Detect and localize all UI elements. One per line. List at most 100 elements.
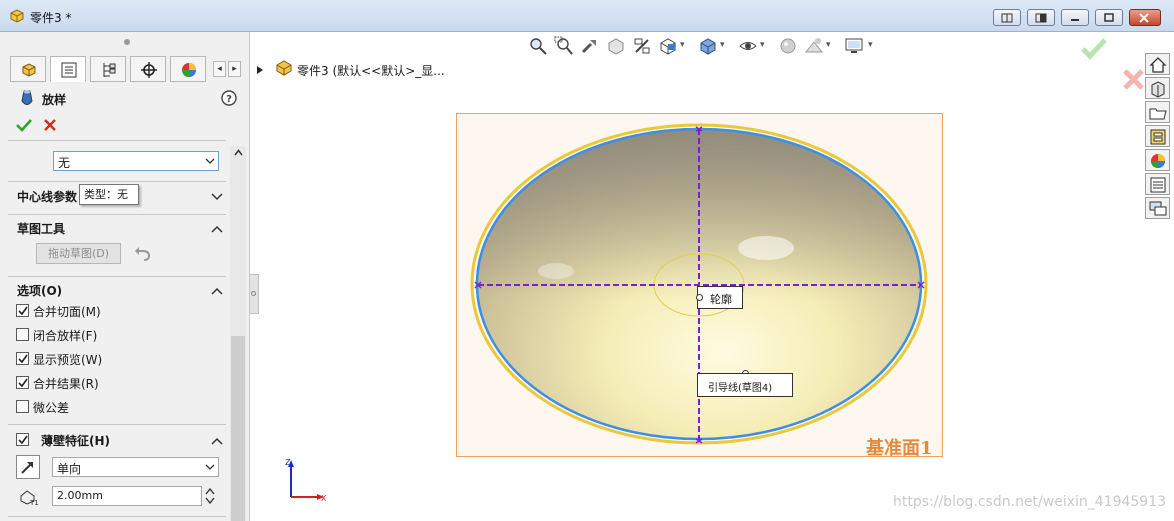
option-label: 闭合放样(F): [33, 329, 98, 343]
chevron-down-icon[interactable]: ▾: [868, 40, 873, 50]
callout-profile[interactable]: 轮廓: [697, 286, 743, 309]
chevron-down-icon[interactable]: ▾: [680, 40, 685, 50]
chevron-up-icon[interactable]: [234, 149, 243, 156]
panel-scrollbar[interactable]: [230, 146, 246, 521]
callout-guide-label: 引导线(草图4): [708, 383, 773, 394]
tile-right-button[interactable]: [1027, 9, 1055, 26]
confirm-cancel-icon[interactable]: [1122, 68, 1144, 95]
triad-z-label: Z: [285, 458, 291, 467]
panel-grip[interactable]: [124, 39, 130, 45]
thickness-value: 2.00mm: [57, 489, 103, 502]
checkbox[interactable]: [16, 328, 29, 341]
tab-forum[interactable]: [1145, 197, 1170, 219]
checkbox[interactable]: [16, 304, 29, 317]
tab-feature-manager[interactable]: [10, 56, 46, 82]
chevron-down-icon[interactable]: ▾: [826, 40, 831, 50]
edit-appearance-icon[interactable]: [778, 36, 798, 56]
thickness-spinner[interactable]: [203, 486, 217, 506]
chevron-down-icon[interactable]: [211, 192, 223, 202]
tab-scroll-right-button[interactable]: ▸: [228, 61, 241, 77]
checkbox[interactable]: [16, 433, 29, 446]
apply-scene-icon[interactable]: [804, 36, 824, 56]
dimxpert-icon: [141, 62, 157, 78]
undo-sketch-drag-icon[interactable]: [134, 246, 152, 265]
checkbox[interactable]: [16, 352, 29, 365]
view-orientation-icon[interactable]: [658, 36, 678, 56]
separator: [8, 516, 226, 517]
tab-display-manager[interactable]: [170, 56, 206, 82]
thin-direction-value: 单向: [57, 462, 82, 476]
callout-guide-curve[interactable]: 引导线(草图4): [697, 373, 793, 397]
check-icon: [18, 354, 28, 364]
reference-triad: Z X: [285, 458, 327, 503]
chevron-up-icon[interactable]: [211, 436, 223, 446]
close-button[interactable]: [1129, 9, 1161, 26]
tab-property-manager[interactable]: [50, 56, 86, 82]
previous-view-icon[interactable]: [580, 36, 600, 56]
zoom-to-fit-icon[interactable]: [528, 36, 548, 56]
chevron-down-icon[interactable]: ▾: [720, 40, 725, 50]
maximize-button[interactable]: [1095, 9, 1123, 26]
tab-configuration-manager[interactable]: [90, 56, 126, 82]
display-manager-icon: [182, 63, 196, 77]
tab-solidworks-resources[interactable]: [1145, 53, 1170, 75]
view-settings-icon[interactable]: [844, 36, 864, 56]
dynamic-annotation-view-icon[interactable]: [632, 36, 652, 56]
zoom-to-area-icon[interactable]: [554, 36, 574, 56]
section-view-icon[interactable]: [606, 36, 626, 56]
checkbox[interactable]: [16, 376, 29, 389]
section-centerline[interactable]: 中心线参数: [17, 188, 77, 205]
thickness-icon: T1: [18, 488, 40, 509]
start-end-constraint-select[interactable]: 无: [53, 151, 219, 171]
display-style-icon[interactable]: [698, 36, 718, 56]
chevron-up-icon[interactable]: [211, 286, 223, 296]
help-icon[interactable]: ?: [221, 90, 237, 106]
part-icon: [276, 60, 292, 76]
property-manager-panel: ◂ ▸ 放样 ? 无 中心线参数 草图工具 拖动草图(D) 选项(O) 合并切面…: [0, 32, 250, 521]
tab-file-explorer[interactable]: [1145, 101, 1170, 123]
thin-direction-select[interactable]: 单向: [52, 457, 219, 477]
configuration-manager-icon: [103, 63, 116, 77]
tab-appearances[interactable]: [1145, 149, 1170, 171]
minimize-button[interactable]: [1061, 9, 1089, 26]
start-end-constraint-value: 无: [58, 156, 71, 170]
design-library-icon: [1151, 81, 1165, 98]
drag-sketch-button[interactable]: 拖动草图(D): [36, 243, 121, 264]
hide-show-items-icon[interactable]: [738, 36, 758, 56]
reverse-direction-button[interactable]: [16, 455, 40, 479]
chevron-up-icon[interactable]: [211, 224, 223, 234]
tab-dimxpert[interactable]: [130, 56, 166, 82]
chevron-down-icon[interactable]: ▾: [760, 40, 765, 50]
checkbox[interactable]: [16, 400, 29, 413]
option-label: 合并结果(R): [33, 377, 99, 391]
tile-icon: [1035, 13, 1047, 23]
custom-properties-icon: [1150, 177, 1166, 193]
scrollbar-thumb[interactable]: [231, 336, 245, 521]
tab-design-library[interactable]: [1145, 77, 1170, 99]
tile-icon: [1001, 13, 1013, 23]
thickness-input[interactable]: 2.00mm: [52, 486, 202, 506]
tab-custom-properties[interactable]: [1145, 173, 1170, 195]
title-bar: 零件3 *: [0, 0, 1174, 32]
part-tree-label[interactable]: 零件3 (默认<<默认>_显...: [297, 62, 445, 79]
expand-arrow-icon[interactable]: [257, 66, 263, 74]
tab-view-palette[interactable]: [1145, 125, 1170, 147]
option-label: 合并切面(M): [33, 305, 101, 319]
section-thin-feature[interactable]: 薄壁特征(H): [41, 432, 110, 449]
separator: [8, 424, 226, 425]
callout-node[interactable]: [696, 294, 703, 301]
cancel-button[interactable]: [43, 118, 57, 135]
type-tooltip: 类型：无: [79, 184, 139, 205]
plane-label: 基准面1: [866, 438, 933, 459]
check-icon: [18, 378, 28, 388]
tile-left-button[interactable]: [993, 9, 1021, 26]
confirm-ok-icon[interactable]: [1080, 37, 1108, 64]
close-icon: [1139, 13, 1149, 23]
section-sketch-tools[interactable]: 草图工具: [17, 220, 65, 237]
ok-button[interactable]: [15, 117, 33, 136]
section-options[interactable]: 选项(O): [17, 282, 62, 299]
tab-scroll-left-button[interactable]: ◂: [213, 61, 226, 77]
check-icon: [18, 306, 28, 316]
callout-profile-label: 轮廓: [710, 293, 732, 306]
panel-collapse-handle[interactable]: [250, 274, 259, 314]
